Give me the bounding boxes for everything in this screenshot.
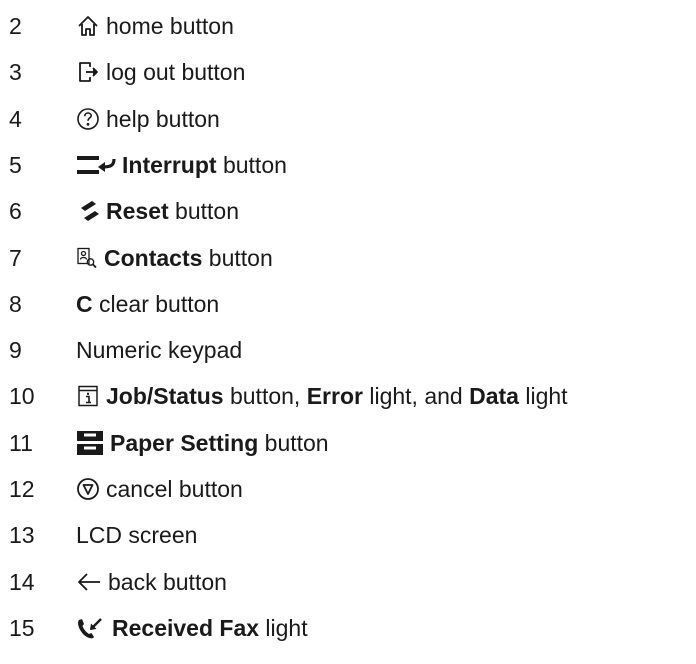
item-label-text: clear button xyxy=(92,290,220,317)
job-status-icon xyxy=(76,384,100,408)
item-label-bold: Paper Setting xyxy=(110,429,259,456)
item-number: 14 xyxy=(9,568,35,595)
item-description: Reset button xyxy=(76,191,239,231)
back-arrow-icon xyxy=(76,570,102,594)
list-item: 11 Paper Setting button xyxy=(0,423,696,463)
item-label-text: button xyxy=(258,429,329,456)
item-number: 9 xyxy=(9,337,22,364)
help-icon xyxy=(76,107,100,131)
item-label-text: log out button xyxy=(106,59,246,86)
list-item: 8 C clear button xyxy=(0,284,696,324)
item-label-text: button xyxy=(168,198,239,225)
item-number: 7 xyxy=(9,244,22,271)
item-number: 5 xyxy=(9,151,22,178)
list-item: 10 Job/Status button, Error light, and Da… xyxy=(0,376,696,416)
item-label-bold: Data xyxy=(469,383,519,410)
item-label-bold: Reset xyxy=(106,198,169,225)
item-description: Contacts button xyxy=(76,238,273,278)
item-description: Job/Status button, Error light, and Data… xyxy=(76,376,568,416)
item-label-text: home button xyxy=(106,13,234,39)
list-item: 15 Received Fax light xyxy=(0,608,696,648)
item-description: cancel button xyxy=(76,469,243,509)
item-number: 15 xyxy=(9,614,35,641)
item-number: 13 xyxy=(9,522,35,549)
list-item: 2 home button xyxy=(0,6,696,46)
cancel-icon xyxy=(76,477,100,501)
item-label-text: light, and xyxy=(362,383,470,410)
item-number: 4 xyxy=(9,105,22,132)
item-label-bold: Interrupt xyxy=(122,151,217,178)
item-label-bold: Job/Status xyxy=(106,383,224,410)
item-label-text: back button xyxy=(108,568,227,595)
list-item: 7 Contacts button xyxy=(0,238,696,278)
paper-setting-icon xyxy=(76,430,104,456)
list-item: 13 LCD screen xyxy=(0,515,696,555)
item-description: home button xyxy=(76,6,234,46)
received-fax-icon xyxy=(76,616,106,640)
item-description: Received Fax light xyxy=(76,608,308,648)
item-description: LCD screen xyxy=(76,515,197,555)
list-item: 4 help button xyxy=(0,99,696,139)
list-item: 14 back button xyxy=(0,562,696,602)
item-number: 11 xyxy=(9,429,33,456)
item-description: back button xyxy=(76,562,227,602)
contacts-icon xyxy=(76,247,98,269)
item-description: Paper Setting button xyxy=(76,423,329,463)
item-label-text: cancel button xyxy=(106,476,243,502)
item-number: 12 xyxy=(9,476,35,502)
list-item: 9 Numeric keypad xyxy=(0,330,696,370)
item-number: 8 xyxy=(9,290,22,317)
item-number: 3 xyxy=(9,59,22,86)
item-description: log out button xyxy=(76,52,245,92)
item-label-text: light xyxy=(259,614,308,641)
callout-list: 2 home button 3 log out button 4 help button 5… xyxy=(0,0,696,664)
log-out-icon xyxy=(76,60,100,84)
item-label-text: button, xyxy=(223,383,307,410)
item-description: help button xyxy=(76,99,220,139)
home-icon xyxy=(76,14,100,38)
list-item: 6 Reset button xyxy=(0,191,696,231)
item-label-text: LCD screen xyxy=(76,522,198,549)
item-label-bold: C xyxy=(76,290,93,317)
item-description: Numeric keypad xyxy=(76,330,242,370)
item-label-text: light xyxy=(518,383,568,410)
item-label-text: button xyxy=(216,151,287,178)
reset-icon xyxy=(76,199,100,223)
item-label-bold: Error xyxy=(306,383,363,410)
list-item: 3 log out button xyxy=(0,52,696,92)
list-item: 5 Interrupt button xyxy=(0,145,696,185)
item-number: 6 xyxy=(9,198,22,225)
item-number: 2 xyxy=(9,13,22,39)
interrupt-icon xyxy=(76,153,116,177)
item-label-text: button xyxy=(202,244,273,271)
item-description: C clear button xyxy=(76,284,219,324)
item-label-bold: Contacts xyxy=(104,244,203,271)
item-label-text: help button xyxy=(106,105,220,132)
item-label-text: Numeric keypad xyxy=(76,337,243,364)
list-item: 12 cancel button xyxy=(0,469,696,509)
item-number: 10 xyxy=(9,383,35,410)
item-label-bold: Received Fax xyxy=(112,614,260,641)
item-description: Interrupt button xyxy=(76,145,287,185)
